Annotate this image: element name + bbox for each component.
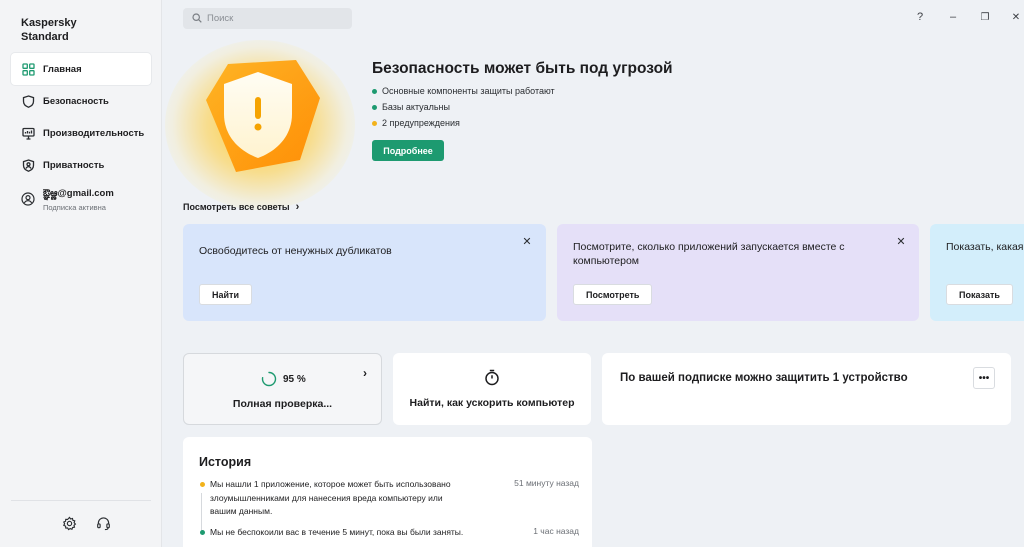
sidebar-item-security[interactable]: Безопасность [11, 85, 151, 117]
history-time: 51 минуту назад [514, 478, 579, 488]
sidebar-item-performance[interactable]: Производительность [11, 117, 151, 149]
speed-up-widget[interactable]: Найти, как ускорить компьютер [393, 353, 591, 425]
grid-icon [21, 62, 35, 76]
account-email: ఔ్ఞఆ్ణ@gmail.com [43, 188, 114, 199]
sidebar: Kaspersky Standard Главная Безопасность … [0, 0, 162, 547]
security-status-title: Безопасность может быть под угрозой [372, 60, 673, 77]
support-headset-icon[interactable] [96, 516, 112, 532]
history-text: Мы нашли 1 приложение, которое может быт… [210, 479, 451, 516]
stopwatch-icon [485, 369, 499, 386]
privacy-shield-icon [21, 158, 35, 172]
user-icon [21, 192, 35, 206]
restore-button[interactable]: ❐ [977, 9, 993, 25]
status-dot [372, 120, 377, 126]
chevron-right-icon: › [363, 366, 367, 380]
close-button[interactable]: ✕ [1008, 9, 1024, 25]
sidebar-item-label: Безопасность [43, 95, 109, 107]
search-icon [192, 10, 202, 28]
status-item: Основные компоненты защиты работают [372, 83, 555, 99]
more-options-button[interactable]: ••• [973, 367, 995, 389]
sidebar-divider [11, 500, 151, 501]
tip-card-startup: Посмотрите, сколько приложений запускает… [557, 224, 919, 321]
speed-up-label: Найти, как ускорить компьютер [409, 397, 575, 409]
status-item: Базы актуальны [372, 99, 555, 115]
view-startup-button[interactable]: Посмотреть [573, 284, 653, 305]
full-scan-widget[interactable]: 95 % › Полная проверка... [183, 353, 382, 425]
status-item: 2 предупреждения [372, 115, 555, 131]
history-text: Мы не беспокоили вас в течение 5 минут, … [210, 527, 464, 537]
subscription-status: Подписка активна [43, 203, 106, 212]
tip-card-slow-app: Показать, какая программа тормозит компь… [930, 224, 1024, 321]
show-button[interactable]: Показать [946, 284, 1013, 305]
close-icon[interactable]: ✕ [521, 236, 533, 248]
history-time: 1 час назад [533, 526, 579, 536]
sidebar-item-label: Главная [43, 63, 82, 75]
settings-gear-icon[interactable] [62, 516, 78, 532]
timeline-line [201, 493, 202, 533]
history-dot [200, 482, 205, 487]
scan-percent: 95 % [283, 373, 306, 385]
subscription-devices-label: По вашей подписке можно защитить 1 устро… [620, 372, 908, 384]
search-bar[interactable] [183, 8, 352, 29]
chevron-right-icon: › [295, 201, 300, 213]
search-input[interactable] [207, 13, 347, 24]
warning-shield-icon [206, 60, 320, 172]
shield-icon [21, 94, 35, 108]
close-icon[interactable]: ✕ [895, 236, 907, 248]
sidebar-nav: Главная Безопасность Производительность … [11, 53, 151, 181]
tip-text: Посмотрите, сколько приложений запускает… [573, 241, 845, 267]
history-dot [200, 530, 205, 535]
monitor-icon [21, 126, 35, 140]
status-dot [372, 88, 377, 94]
account-item[interactable]: ఔ్ఞఆ్ణ@gmail.com Подписка активна [21, 188, 114, 212]
tip-text: Освободитесь от ненужных дубликатов [199, 245, 392, 257]
tip-card-duplicates: Освободитесь от ненужных дубликатов ✕ На… [183, 224, 546, 321]
subscription-widget: По вашей подписке можно защитить 1 устро… [602, 353, 1011, 425]
minimize-button[interactable]: – [945, 9, 961, 25]
all-tips-label: Посмотреть все советы [183, 202, 290, 212]
history-widget: История Мы нашли 1 приложение, которое м… [183, 437, 592, 547]
all-tips-link[interactable]: Посмотреть все советы › [183, 201, 299, 213]
sidebar-item-home[interactable]: Главная [11, 53, 151, 85]
full-scan-label: Полная проверка... [232, 398, 333, 410]
scan-progress-ring [261, 371, 277, 387]
sidebar-item-label: Приватность [43, 159, 105, 171]
find-duplicates-button[interactable]: Найти [199, 284, 252, 305]
sidebar-item-label: Производительность [43, 127, 145, 139]
app-title: Kaspersky Standard [21, 17, 77, 43]
status-dot [372, 104, 377, 110]
tip-text: Показать, какая программа тормозит компь… [946, 241, 1024, 253]
security-status-list: Основные компоненты защиты работают Базы… [372, 83, 555, 131]
sidebar-item-privacy[interactable]: Приватность [11, 149, 151, 181]
details-button[interactable]: Подробнее [372, 140, 444, 161]
history-title: История [199, 455, 252, 469]
help-button[interactable]: ? [912, 9, 928, 25]
